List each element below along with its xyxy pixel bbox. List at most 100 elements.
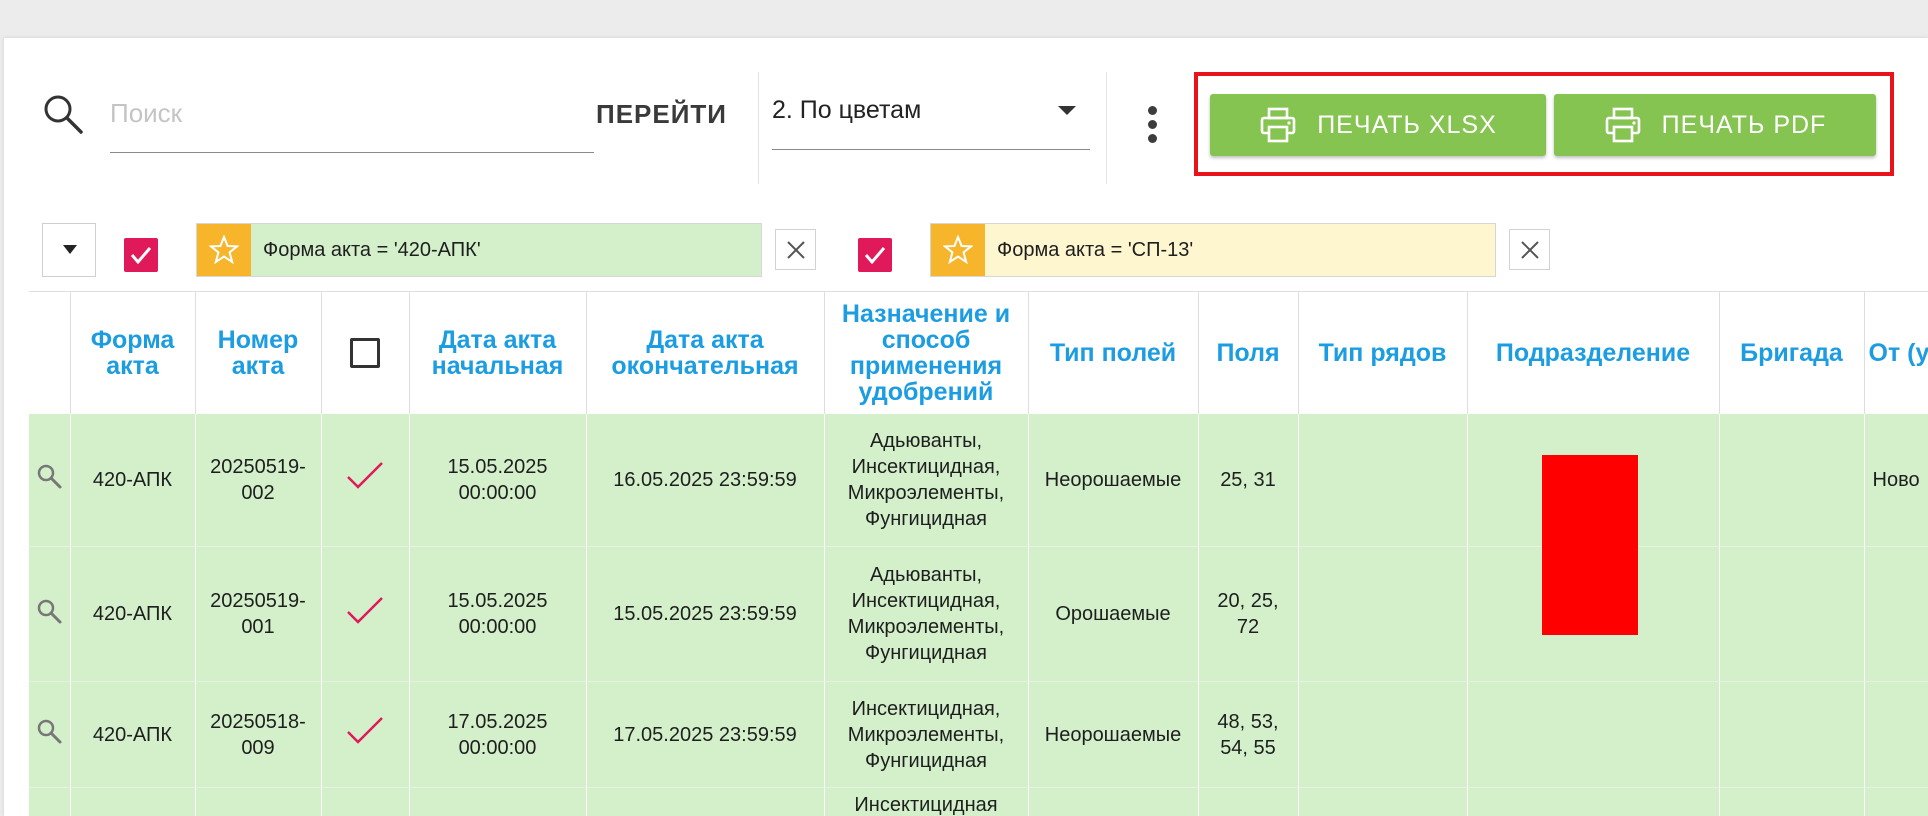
chevron-down-icon <box>1058 106 1076 115</box>
acts-table: Форма акта Номер акта Дата акта начальна… <box>29 291 1928 816</box>
fields-line: 25, 31 <box>1220 468 1276 491</box>
cell-number-line: 20250518- <box>210 710 306 733</box>
cell-row-type <box>1297 546 1467 682</box>
column-header-date-start[interactable]: Дата акта начальная <box>408 291 586 414</box>
search-icon[interactable] <box>42 93 84 135</box>
print-xlsx-label: ПЕЧАТЬ XLSX <box>1317 110 1497 139</box>
checkmark-icon <box>347 596 383 624</box>
cell-purpose: Адьюванты, Инсектицидная, Микроэлементы,… <box>823 546 1028 682</box>
cell-date-start-line: 00:00:00 <box>458 481 537 504</box>
row-view-button[interactable] <box>29 787 70 816</box>
goto-button[interactable]: ПЕРЕЙТИ <box>596 96 727 132</box>
cell-division <box>1466 787 1719 816</box>
print-xlsx-button[interactable]: ПЕЧАТЬ XLSX <box>1210 94 1546 156</box>
cell-row-type <box>1297 787 1467 816</box>
fields-line: 54, 55 <box>1220 736 1276 759</box>
cell-form: 420-АПК <box>69 681 195 788</box>
cell-date-start-line: 00:00:00 <box>458 616 537 638</box>
filter-chip-1[interactable]: Форма акта = '420-АПК' <box>196 223 762 277</box>
purpose-line: Фунгицидная <box>864 642 987 664</box>
cell-field-type <box>1027 787 1198 816</box>
search-field[interactable] <box>110 92 594 153</box>
column-header-extra[interactable]: От (у <box>1863 291 1928 414</box>
cell-number: 20250518- 009 <box>194 681 321 788</box>
row-view-button[interactable] <box>29 546 70 682</box>
magnifier-icon <box>38 719 62 744</box>
filter-2-checkbox[interactable] <box>858 238 892 272</box>
cell-extra <box>1863 546 1928 682</box>
cell-form: 420-АПК <box>69 546 195 682</box>
row-checked-cell[interactable] <box>320 787 409 816</box>
filter-chip-1-text: Форма акта = '420-АПК' <box>263 238 481 261</box>
more-options-icon[interactable] <box>1140 106 1164 152</box>
row-checked-cell[interactable] <box>320 546 409 682</box>
cell-brigade <box>1718 681 1864 788</box>
cell-brigade <box>1718 413 1864 547</box>
table-row[interactable]: 420-АПК 20250519- 001 15.05.2025 00:00:00 … <box>29 546 1928 682</box>
close-icon <box>1520 240 1539 259</box>
cell-row-type <box>1297 413 1467 547</box>
view-select[interactable]: 2. По цветам <box>772 92 1090 150</box>
search-input[interactable] <box>110 92 594 134</box>
cell-purpose: Адьюванты, Инсектицидная, Микроэлементы,… <box>823 413 1028 547</box>
table-row[interactable]: 420-АПК 20250519- 002 15.05.2025 00:00:00 … <box>29 413 1928 547</box>
purpose-line: Микроэлементы, <box>847 481 1005 504</box>
printer-icon <box>1260 107 1296 143</box>
row-checked-cell[interactable] <box>320 681 409 788</box>
column-header-form[interactable]: Форма акта <box>69 291 195 414</box>
cell-fields: 25, 31 <box>1197 413 1298 547</box>
print-pdf-button[interactable]: ПЕЧАТЬ PDF <box>1554 94 1876 156</box>
purpose-line: Инсектицидная, <box>851 697 1001 720</box>
column-header-row-type[interactable]: Тип рядов <box>1297 291 1467 414</box>
cell-purpose: Инсектицидная, Микроэлементы, Фунгицидна… <box>823 681 1028 788</box>
row-view-button[interactable] <box>29 681 70 788</box>
filter-chip-2-text: Форма акта = 'СП-13' <box>997 238 1194 261</box>
column-header-purpose[interactable]: Назначение и способ применения удобрений <box>823 291 1028 414</box>
cell-fields: 48, 53, 54, 55 <box>1197 681 1298 788</box>
cell-date-end: 17.05.2025 23:59:59 <box>585 681 824 788</box>
cell-date-start: 15.05.2025 00:00:00 <box>408 546 586 682</box>
column-header-brigade[interactable]: Бригада <box>1718 291 1864 414</box>
print-pdf-label: ПЕЧАТЬ PDF <box>1661 110 1827 139</box>
column-header-division[interactable]: Подразделение <box>1466 291 1719 414</box>
cell-date-start-line: 00:00:00 <box>458 736 537 759</box>
cell-form: 420-АПК <box>69 413 195 547</box>
column-header-date-end[interactable]: Дата акта окончательная <box>585 291 824 414</box>
column-header-select <box>320 291 409 414</box>
purpose-line: Микроэлементы, <box>847 616 1005 638</box>
filter-chip-1-remove[interactable] <box>775 229 816 270</box>
cell-field-type: Неорошаемые <box>1027 413 1198 547</box>
star-icon[interactable] <box>197 224 251 276</box>
magnifier-icon <box>38 465 62 489</box>
fields-line: 72 <box>1236 616 1260 638</box>
cell-form <box>69 787 195 816</box>
cell-number: 20250519- 001 <box>194 546 321 682</box>
star-icon[interactable] <box>931 224 985 276</box>
table-row[interactable]: Инсектицидная <box>29 787 1928 816</box>
checkmark-icon <box>864 247 886 265</box>
purpose-line: Инсектицидная, <box>851 590 1001 612</box>
table-row[interactable]: 420-АПК 20250518- 009 17.05.2025 00:00:00 … <box>29 681 1928 788</box>
cell-date-start: 15.05.2025 00:00:00 <box>408 413 586 547</box>
filter-menu-dropdown[interactable] <box>42 223 96 277</box>
column-header-fields[interactable]: Поля <box>1197 291 1298 414</box>
checkmark-icon <box>347 717 383 744</box>
cell-brigade <box>1718 787 1864 816</box>
row-view-button[interactable] <box>29 413 70 547</box>
cell-number-line: 009 <box>241 736 275 759</box>
row-checked-cell[interactable] <box>320 413 409 547</box>
cell-date-start <box>408 787 586 816</box>
column-header-number[interactable]: Номер акта <box>194 291 321 414</box>
filter-chip-2[interactable]: Форма акта = 'СП-13' <box>930 223 1496 277</box>
cell-date-end <box>585 787 824 816</box>
cell-fields: 20, 25, 72 <box>1197 546 1298 682</box>
filter-1-checkbox[interactable] <box>124 238 158 272</box>
cell-number-line: 002 <box>241 481 275 504</box>
cell-number-line: 20250519- <box>210 590 306 612</box>
filter-chip-2-remove[interactable] <box>1509 229 1550 270</box>
cell-brigade <box>1718 546 1864 682</box>
purpose-line: Адьюванты, <box>869 564 983 586</box>
select-all-checkbox[interactable] <box>350 337 380 368</box>
purpose-line: Микроэлементы, <box>847 723 1005 746</box>
column-header-field-type[interactable]: Тип полей <box>1027 291 1198 414</box>
